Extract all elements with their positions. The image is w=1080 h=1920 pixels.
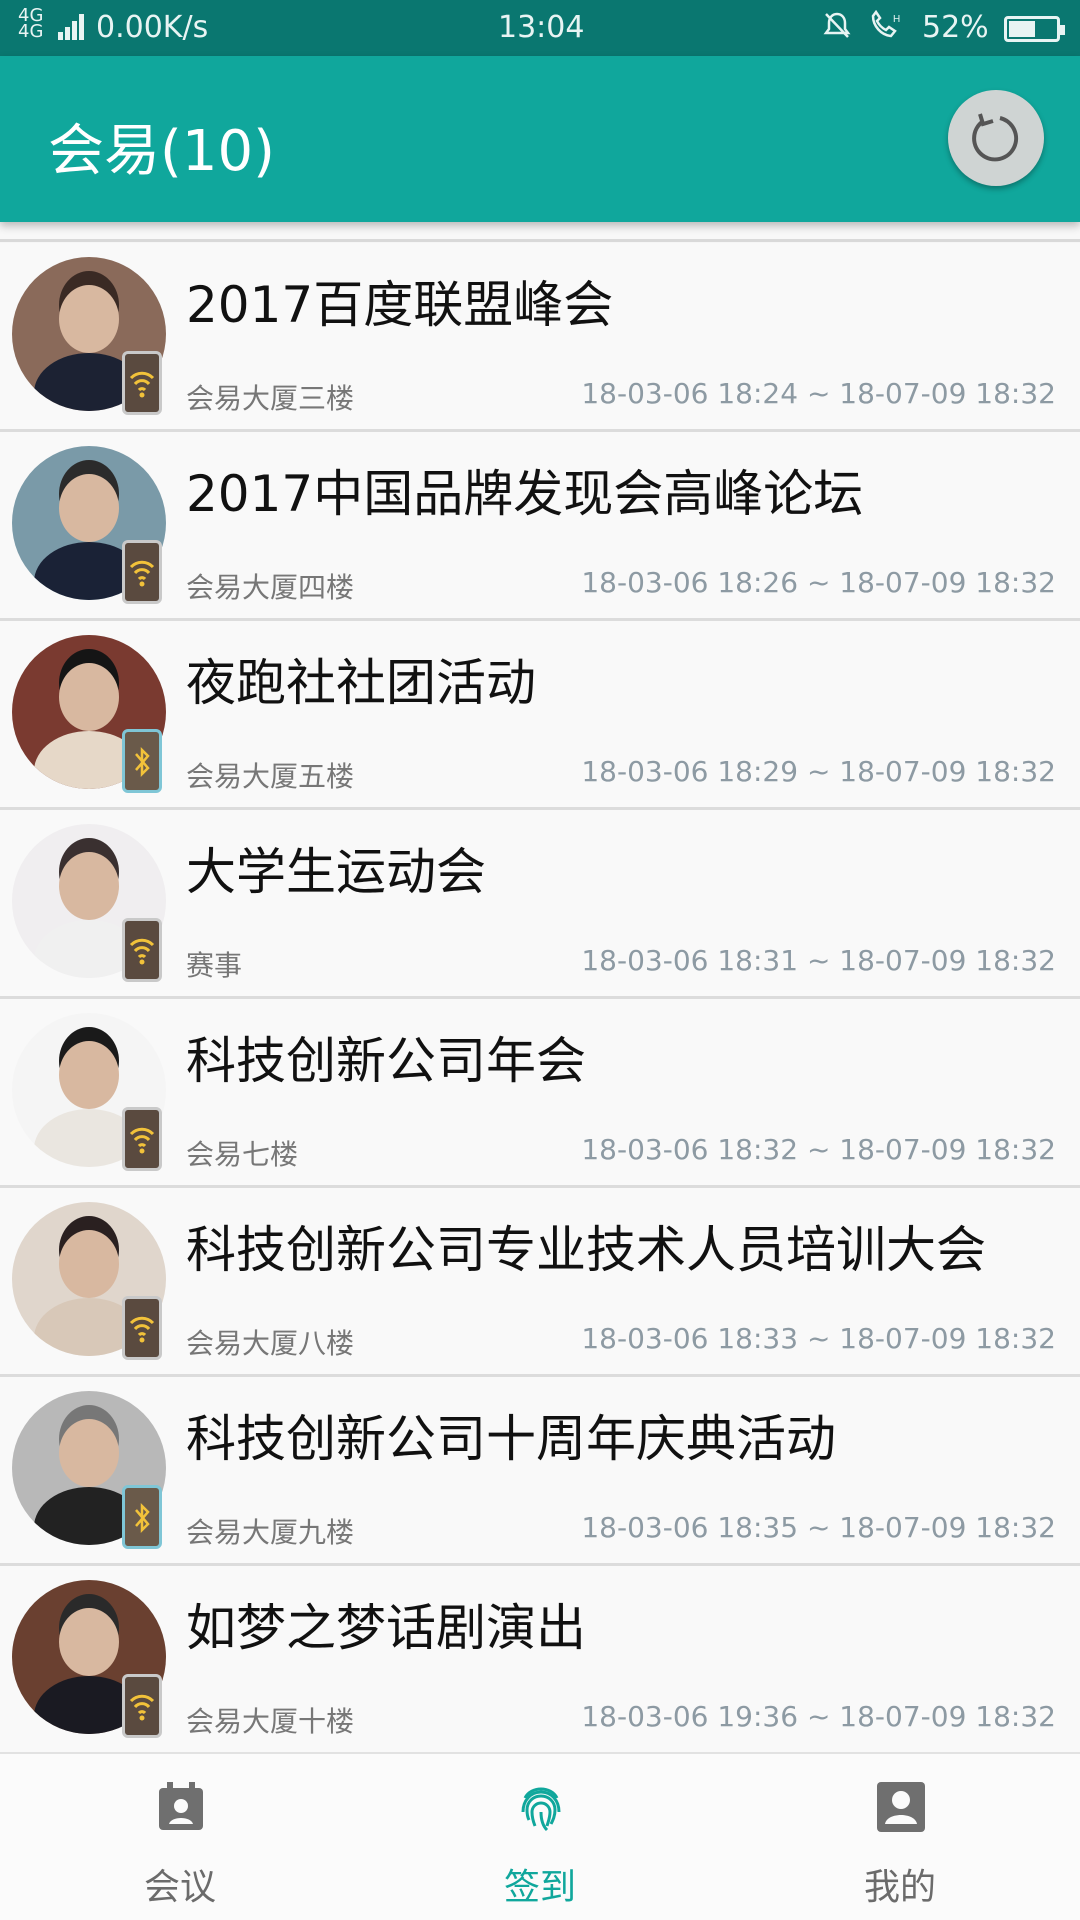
wifi-sign-icon xyxy=(122,540,162,604)
meeting-title: 2017百度联盟峰会 xyxy=(186,276,614,334)
fingerprint-icon xyxy=(521,1787,561,1832)
meeting-time: 18-03-06 18:33 ~ 18-07-09 18:32 xyxy=(581,1322,1056,1355)
meeting-time: 18-03-06 18:29 ~ 18-07-09 18:32 xyxy=(581,755,1056,788)
meeting-time: 18-03-06 18:35 ~ 18-07-09 18:32 xyxy=(581,1511,1056,1544)
wifi-sign-icon xyxy=(122,1674,162,1738)
meeting-title: 科技创新公司十周年庆典活动 xyxy=(186,1410,836,1468)
page-title: 会易(10) xyxy=(48,119,275,184)
tab-label: 会议 xyxy=(143,1867,216,1908)
bottom-nav: 会议 签到 我的 xyxy=(0,1752,1080,1920)
tab-label: 签到 xyxy=(503,1867,576,1908)
battery-icon xyxy=(1004,16,1065,42)
meeting-time: 18-03-06 18:26 ~ 18-07-09 18:32 xyxy=(581,566,1056,599)
meeting-list-item[interactable]: 科技创新公司专业技术人员培训大会 会易大厦八楼 18-03-06 18:33 ~… xyxy=(0,1188,1080,1377)
meeting-location: 会易大厦九楼 xyxy=(186,1516,355,1549)
meeting-list[interactable]: 2017百度联盟峰会 会易大厦三楼 18-03-06 18:24 ~ 18-07… xyxy=(0,222,1080,1752)
tab-label: 我的 xyxy=(863,1867,936,1908)
meeting-time: 18-03-06 18:32 ~ 18-07-09 18:32 xyxy=(581,1133,1056,1166)
meeting-title: 夜跑社社团活动 xyxy=(186,654,536,712)
meeting-list-item[interactable]: 如梦之梦话剧演出 会易大厦十楼 18-03-06 19:36 ~ 18-07-0… xyxy=(0,1566,1080,1752)
meeting-list-item[interactable]: 2017中国品牌发现会高峰论坛 会易大厦四楼 18-03-06 18:26 ~ … xyxy=(0,432,1080,621)
meeting-location: 会易大厦八楼 xyxy=(186,1327,355,1360)
meeting-location: 会易大厦十楼 xyxy=(186,1705,355,1738)
meeting-title: 大学生运动会 xyxy=(186,843,486,901)
wifi-sign-icon xyxy=(122,1107,162,1171)
refresh-icon xyxy=(972,113,1019,162)
calendar-icon xyxy=(159,1782,203,1830)
status-bar: 4G 4G 0.00K/s 13:04 HD 52% xyxy=(0,0,1080,56)
signal-icon xyxy=(58,14,86,40)
mute-icon xyxy=(823,12,851,38)
meeting-list-item[interactable]: 科技创新公司年会 会易七楼 18-03-06 18:32 ~ 18-07-09 … xyxy=(0,999,1080,1188)
meeting-title: 如梦之梦话剧演出 xyxy=(186,1599,586,1657)
wifi-sign-icon xyxy=(122,351,162,415)
hd-call-icon: HD xyxy=(871,9,913,38)
wifi-sign-icon xyxy=(122,918,162,982)
meeting-list-item[interactable]: 夜跑社社团活动 会易大厦五楼 18-03-06 18:29 ~ 18-07-09… xyxy=(0,621,1080,810)
clock: 13:04 xyxy=(498,10,585,45)
meeting-time: 18-03-06 18:24 ~ 18-07-09 18:32 xyxy=(581,377,1056,410)
meeting-time: 18-03-06 18:31 ~ 18-07-09 18:32 xyxy=(581,944,1056,977)
meeting-title: 科技创新公司专业技术人员培训大会 xyxy=(186,1221,986,1279)
app-bar: 会易(10) xyxy=(0,56,1080,222)
network-speed: 0.00K/s xyxy=(96,10,209,45)
meeting-location: 会易大厦四楼 xyxy=(186,571,355,604)
meeting-list-item[interactable]: 科技创新公司十周年庆典活动 会易大厦九楼 18-03-06 18:35 ~ 18… xyxy=(0,1377,1080,1566)
meeting-location: 赛事 xyxy=(186,949,243,982)
refresh-button[interactable] xyxy=(948,90,1044,186)
mute-hd-call-icons: HD xyxy=(822,9,913,47)
meeting-location: 会易七楼 xyxy=(186,1138,299,1171)
meeting-location: 会易大厦五楼 xyxy=(186,760,355,793)
tab-profile[interactable]: 我的 xyxy=(720,1754,1080,1920)
meeting-location: 会易大厦三楼 xyxy=(186,382,355,415)
bluetooth-sign-icon xyxy=(122,1485,162,1549)
wifi-sign-icon xyxy=(122,1296,162,1360)
tab-meetings[interactable]: 会议 xyxy=(0,1754,360,1920)
meeting-title: 2017中国品牌发现会高峰论坛 xyxy=(186,465,864,523)
tab-checkin[interactable]: 签到 xyxy=(360,1754,720,1920)
svg-text:HD: HD xyxy=(893,14,907,25)
signal-type: 4G 4G xyxy=(18,5,44,42)
meeting-time: 18-03-06 19:36 ~ 18-07-09 18:32 xyxy=(581,1700,1056,1733)
bluetooth-sign-icon xyxy=(122,729,162,793)
list-item-partial xyxy=(0,222,1080,242)
profile-icon xyxy=(877,1782,925,1832)
meeting-list-item[interactable]: 2017百度联盟峰会 会易大厦三楼 18-03-06 18:24 ~ 18-07… xyxy=(0,243,1080,432)
meeting-title: 科技创新公司年会 xyxy=(186,1032,586,1090)
meeting-list-item[interactable]: 大学生运动会 赛事 18-03-06 18:31 ~ 18-07-09 18:3… xyxy=(0,810,1080,999)
battery-percent: 52% xyxy=(922,10,989,45)
